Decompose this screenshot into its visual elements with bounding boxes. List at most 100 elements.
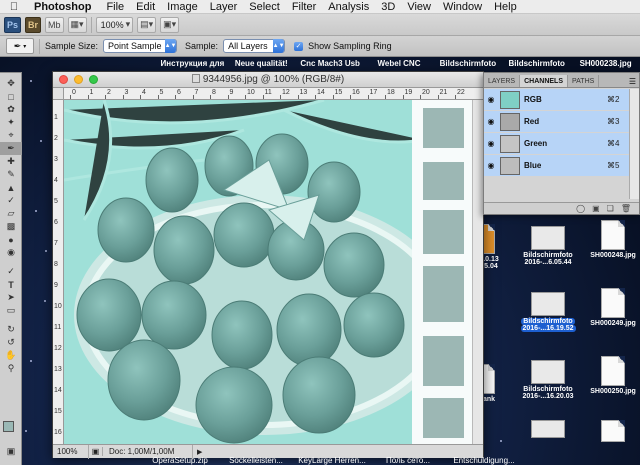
crop-tool-icon[interactable]: ⌖ — [0, 129, 22, 142]
status-menu-arrow-icon[interactable]: ▶ — [193, 448, 202, 456]
menu-view[interactable]: View — [401, 1, 437, 13]
channel-row-rgb[interactable]: ◉ RGB ⌘2 — [484, 89, 629, 111]
menu-filter[interactable]: Filter — [286, 1, 322, 13]
desktop-icon[interactable]: SH000249.jpg — [584, 288, 640, 327]
ruler-number: 21 — [439, 89, 448, 96]
desktop-icon[interactable] — [584, 420, 640, 444]
channel-row-green[interactable]: ◉ Green ⌘4 — [484, 133, 629, 155]
visibility-eye-icon[interactable]: ◉ — [484, 95, 498, 104]
menu-3d[interactable]: 3D — [375, 1, 401, 13]
sample-size-select[interactable]: Point Sample ▲▼ — [103, 39, 178, 53]
pen-tool-icon[interactable]: ✓ — [0, 265, 22, 278]
tab-paths[interactable]: PATHS — [568, 75, 600, 87]
quick-mask-icon[interactable]: ▣ — [0, 445, 22, 458]
ruler-number: 16 — [352, 89, 360, 96]
visibility-eye-icon[interactable]: ◉ — [484, 117, 498, 126]
image-canvas[interactable] — [64, 100, 472, 444]
panel-menu-icon[interactable]: ☰ — [626, 77, 639, 87]
dodge-tool-icon[interactable]: ◉ — [0, 246, 22, 259]
menu-help[interactable]: Help — [488, 1, 523, 13]
channel-thumbnail — [500, 134, 520, 153]
menu-select[interactable]: Select — [243, 1, 286, 13]
ruler-origin[interactable] — [53, 88, 64, 100]
ruler-number: 16 — [54, 429, 62, 436]
sample-layers-select[interactable]: All Layers ▲▼ — [223, 39, 286, 53]
desktop-file-label[interactable]: Entschuldigung... — [446, 456, 522, 465]
desktop-file-label[interactable]: Поль сето... — [370, 456, 446, 465]
menu-window[interactable]: Window — [437, 1, 488, 13]
desktop-icon[interactable]: Bildschirmfoto 2016-...16.19.52 — [519, 292, 577, 332]
foreground-color-swatch[interactable] — [3, 421, 14, 432]
menu-layer[interactable]: Layer — [204, 1, 244, 13]
channel-row-red[interactable]: ◉ Red ⌘3 — [484, 111, 629, 133]
panel-scrollbar[interactable] — [629, 89, 639, 199]
type-tool-icon[interactable]: T — [0, 278, 22, 291]
ruler-number: 4 — [54, 177, 58, 184]
show-sampling-ring-checkbox[interactable]: ✓ — [294, 41, 304, 51]
document-title-bar[interactable]: 9344956.jpg @ 100% (RGB/8#) — [53, 72, 483, 88]
desktop-icon[interactable]: SH000250.jpg — [584, 356, 640, 395]
eyedropper-tool-icon[interactable]: ✒ — [0, 142, 22, 155]
vertical-scrollbar[interactable] — [472, 100, 483, 444]
menu-edit[interactable]: Edit — [130, 1, 161, 13]
save-selection-channel-icon[interactable]: ▣ — [592, 204, 600, 213]
zoom-tool-icon[interactable]: ⚲ — [0, 362, 22, 375]
desktop-icon[interactable]: Bildschirmfoto 2016-...6.05.44 — [519, 226, 577, 266]
move-tool-icon[interactable]: ✥ — [0, 77, 22, 90]
gradient-tool-icon[interactable]: ▩ — [0, 220, 22, 233]
hand-tool-icon[interactable]: ✋ — [0, 349, 22, 362]
desktop-file-label[interactable]: OperaSetup.zip — [142, 456, 218, 465]
desktop-icon[interactable]: Bildschirmfoto 2016-...16.20.03 — [519, 360, 577, 400]
healing-brush-tool-icon[interactable]: ✚ — [0, 155, 22, 168]
3d-rotate-tool-icon[interactable]: ↻ — [0, 323, 22, 336]
desktop-icon[interactable] — [519, 420, 577, 440]
menu-image[interactable]: Image — [161, 1, 204, 13]
menu-analysis[interactable]: Analysis — [322, 1, 375, 13]
desktop-file-label[interactable]: Sockelleisten... — [218, 456, 294, 465]
3d-orbit-tool-icon[interactable]: ↺ — [0, 336, 22, 349]
history-brush-tool-icon[interactable]: ✓ — [0, 194, 22, 207]
visibility-eye-icon[interactable]: ◉ — [484, 161, 498, 170]
screen-mode-button[interactable]: ▣▾ — [160, 16, 180, 33]
clone-stamp-tool-icon[interactable]: ▲ — [0, 181, 22, 194]
vertical-ruler[interactable]: 1 2 3 4 5 6 7 8 9 10 11 12 13 14 15 16 — [53, 100, 64, 444]
ruler-number: 1 — [54, 114, 58, 121]
tool-preset-picker[interactable]: ✒ ▾ — [6, 38, 34, 54]
ruler-number: 3 — [124, 89, 129, 96]
panel-footer: ◯ ▣ ❏ 🗑 — [484, 202, 639, 214]
ruler-number: 3 — [54, 156, 58, 163]
blur-tool-icon[interactable]: ● — [0, 233, 22, 246]
menu-file[interactable]: File — [100, 1, 130, 13]
tab-layers[interactable]: LAYERS — [484, 75, 521, 87]
desktop-icon-sublabel: 2016-...16.19.52 — [520, 325, 576, 332]
horizontal-ruler[interactable]: 0 1 2 3 4 5 6 7 8 9 10 11 12 13 14 15 16 17 18 19 20 21 22 — [64, 88, 483, 100]
desktop-file-label[interactable]: Bildschirmfoto — [502, 57, 571, 73]
new-channel-icon[interactable]: ❏ — [607, 204, 614, 213]
apple-logo-icon[interactable]:  — [0, 1, 28, 13]
file-icon — [601, 288, 625, 318]
lasso-tool-icon[interactable]: ✿ — [0, 103, 22, 116]
status-info-icon[interactable]: ▣ — [89, 447, 103, 456]
desktop-icon[interactable]: SH000248.jpg — [584, 220, 640, 259]
tab-channels[interactable]: CHANNELS — [520, 75, 568, 87]
marquee-tool-icon[interactable]: □ — [0, 90, 22, 103]
desktop-file-label[interactable]: SH000238.jpg — [571, 57, 640, 73]
view-extras-button[interactable]: ▦▾ — [67, 16, 87, 33]
desktop-icon-label: Bildschirmfoto — [523, 252, 573, 259]
zoom-level-dropdown[interactable]: 100% ▾ — [95, 16, 134, 33]
eraser-tool-icon[interactable]: ▱ — [0, 207, 22, 220]
arrange-documents-button[interactable]: ▤▾ — [137, 16, 157, 33]
ruler-number: 10 — [54, 303, 62, 310]
menu-app-name[interactable]: Photoshop — [28, 1, 100, 13]
desktop-file-label[interactable]: KeyLarge Herren... — [294, 456, 370, 465]
launch-bridge-button[interactable]: Br — [25, 16, 42, 33]
brush-tool-icon[interactable]: ✎ — [0, 168, 22, 181]
quick-select-tool-icon[interactable]: ✦ — [0, 116, 22, 129]
visibility-eye-icon[interactable]: ◉ — [484, 139, 498, 148]
delete-channel-icon[interactable]: 🗑 — [621, 204, 631, 213]
launch-mini-bridge-button[interactable]: Mb — [45, 16, 64, 33]
channel-row-blue[interactable]: ◉ Blue ⌘5 — [484, 155, 629, 177]
shape-tool-icon[interactable]: ▭ — [0, 304, 22, 317]
path-select-tool-icon[interactable]: ➤ — [0, 291, 22, 304]
load-channel-selection-icon[interactable]: ◯ — [576, 204, 585, 213]
